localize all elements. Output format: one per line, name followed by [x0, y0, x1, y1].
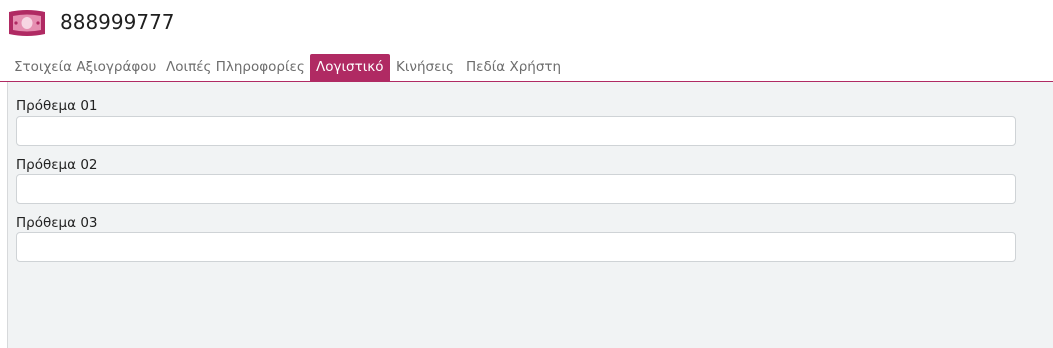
tab-bar: Στοιχεία Αξιογράφου Λοιπές Πληροφορίες Λ…	[0, 54, 1053, 82]
prefix-03-input[interactable]	[16, 232, 1016, 262]
accounting-panel: Πρόθεμα 01 Πρόθεμα 02 Πρόθεμα 03	[7, 82, 1053, 348]
page-header: 888999777	[0, 0, 1053, 46]
banknote-icon	[7, 8, 47, 38]
prefix-01-label: Πρόθεμα 01	[16, 98, 98, 114]
prefix-01-input[interactable]	[16, 116, 1016, 146]
page-title: 888999777	[60, 10, 175, 34]
tab-transactions[interactable]: Κινήσεις	[390, 54, 460, 81]
tab-accounting[interactable]: Λογιστικό	[310, 54, 390, 81]
prefix-03-label: Πρόθεμα 03	[16, 215, 98, 231]
prefix-02-input[interactable]	[16, 174, 1016, 204]
tab-document-details[interactable]: Στοιχεία Αξιογράφου	[8, 54, 162, 81]
tab-other-info[interactable]: Λοιπές Πληροφορίες	[160, 54, 311, 81]
prefix-02-label: Πρόθεμα 02	[16, 157, 98, 173]
tab-user-fields[interactable]: Πεδία Χρήστη	[460, 54, 567, 81]
